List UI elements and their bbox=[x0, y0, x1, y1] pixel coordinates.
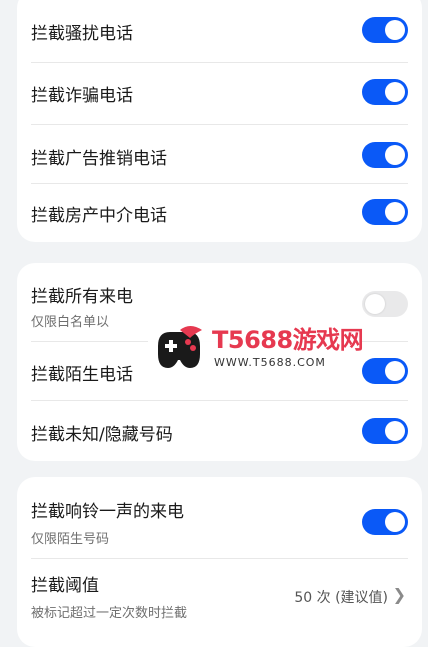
chevron-right-icon: ❯ bbox=[392, 585, 406, 604]
call-block-ring-card: 拦截响铃一声的来电 仅限陌生号码 拦截阈值 被标记超过一定次数时拦截 50 次 … bbox=[17, 477, 422, 647]
block-strangers-toggle[interactable] bbox=[362, 358, 408, 384]
block-harassment-row[interactable]: 拦截骚扰电话 bbox=[17, 0, 422, 59]
block-strangers-label: 拦截陌生电话 bbox=[31, 365, 133, 385]
block-real-estate-row[interactable]: 拦截房产中介电话 bbox=[17, 184, 422, 242]
block-unknown-label: 拦截未知/隐藏号码 bbox=[31, 425, 173, 445]
block-threshold-label: 拦截阈值 bbox=[31, 576, 99, 596]
block-one-ring-label: 拦截响铃一声的来电 bbox=[31, 502, 184, 522]
block-fraud-toggle[interactable] bbox=[362, 79, 408, 105]
block-all-calls-label: 拦截所有来电 bbox=[31, 287, 133, 307]
watermark-title: T5688游戏网 bbox=[212, 326, 364, 354]
block-all-calls-toggle[interactable] bbox=[362, 291, 408, 317]
block-advertising-label: 拦截广告推销电话 bbox=[31, 149, 167, 169]
block-unknown-toggle[interactable] bbox=[362, 418, 408, 444]
watermark: T5688游戏网 WWW.T5688.COM bbox=[148, 312, 364, 382]
block-threshold-subtitle: 被标记超过一定次数时拦截 bbox=[31, 606, 188, 621]
block-one-ring-toggle[interactable] bbox=[362, 509, 408, 535]
block-one-ring-row[interactable]: 拦截响铃一声的来电 仅限陌生号码 bbox=[17, 477, 422, 557]
block-threshold-value: 50 次 (建议值) bbox=[294, 590, 388, 606]
block-advertising-toggle[interactable] bbox=[362, 142, 408, 168]
watermark-url: WWW.T5688.COM bbox=[214, 356, 326, 369]
block-real-estate-label: 拦截房产中介电话 bbox=[31, 206, 167, 226]
gamepad-logo bbox=[158, 326, 202, 368]
block-advertising-row[interactable]: 拦截广告推销电话 bbox=[17, 125, 422, 183]
block-threshold-row[interactable]: 拦截阈值 被标记超过一定次数时拦截 50 次 (建议值) ❯ bbox=[17, 559, 422, 647]
block-real-estate-toggle[interactable] bbox=[362, 199, 408, 225]
block-harassment-label: 拦截骚扰电话 bbox=[31, 24, 133, 44]
block-fraud-row[interactable]: 拦截诈骗电话 bbox=[17, 63, 422, 121]
block-unknown-row[interactable]: 拦截未知/隐藏号码 bbox=[17, 401, 422, 461]
block-all-calls-subtitle: 仅限白名单以 bbox=[31, 315, 110, 330]
call-block-category-card: 拦截骚扰电话 拦截诈骗电话 拦截广告推销电话 拦截房产中介电话 bbox=[17, 0, 422, 242]
block-one-ring-subtitle: 仅限陌生号码 bbox=[31, 532, 110, 547]
block-fraud-label: 拦截诈骗电话 bbox=[31, 86, 133, 106]
block-harassment-toggle[interactable] bbox=[362, 17, 408, 43]
